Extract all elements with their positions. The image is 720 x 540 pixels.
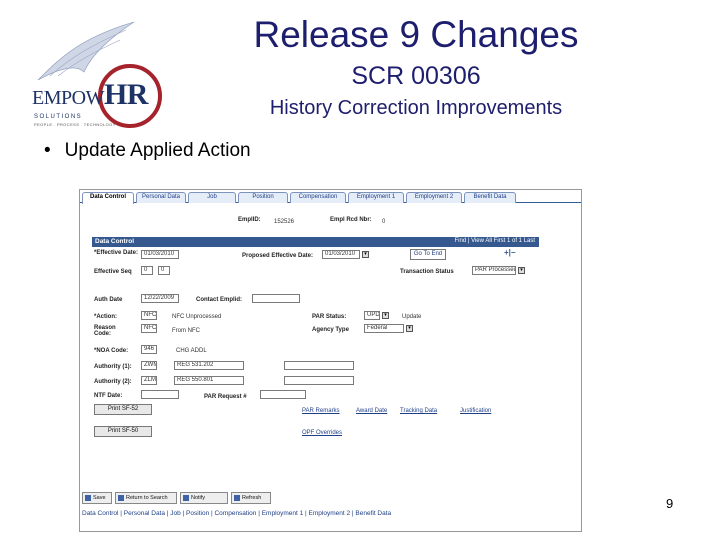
auth-date-input[interactable]: 12/22/2009 [141,294,179,303]
section-nav[interactable]: Find | View All First 1 of 1 Last [455,238,535,244]
return-icon [118,495,124,501]
reason-code-label: Reason Code: [94,325,116,337]
tab-bar: Data Control Personal Data Job Position … [80,190,581,204]
transaction-status-label: Transaction Status [400,269,454,275]
go-to-end-button[interactable]: Go To End [410,249,446,260]
chevron-down-icon[interactable]: ▾ [406,325,413,332]
notify-label: Notify [191,495,206,501]
par-status-label: PAR Status: [312,314,347,320]
ntf-date-label: NTF Date: [94,393,123,399]
slide-heading: History Correction Improvements [269,97,563,119]
save-label: Save [93,495,106,501]
lookup-icon[interactable]: ▾ [382,312,389,319]
effective-date-input[interactable]: 01/03/2010 [141,250,179,259]
tab-employment-1[interactable]: Employment 1 [348,192,404,203]
noa-desc: CHG ADDL [176,348,207,354]
logo-tagline: PEOPLE . PROCESS . TECHNOLOGY [34,122,116,127]
effective-seq-input-2[interactable]: 0 [158,266,170,275]
transaction-status-select[interactable]: PAR Processed [472,266,516,275]
add-delete-row-icons[interactable]: +|− [504,248,516,257]
effective-seq-input[interactable]: 0 [141,266,153,275]
noa-code-label: *NOA Code: [94,348,129,354]
print-sf50-button[interactable]: Print SF-50 [94,426,152,437]
justification-link[interactable]: Justification [460,408,491,414]
bullet-text: Update Applied Action [64,140,251,161]
par-remarks-link[interactable]: PAR Remarks [302,408,340,414]
save-button[interactable]: Save [82,492,112,504]
footer-page-links[interactable]: Data Control | Personal Data | Job | Pos… [82,510,391,517]
agency-type-select[interactable]: Federal [364,324,404,333]
authority-1-input[interactable]: ZWM [141,361,157,370]
reason-desc: From NFC [172,328,200,334]
contact-emplid-label: Contact Emplid: [196,297,242,303]
proposed-eff-date-label: Proposed Effective Date: [242,253,314,259]
calendar-icon[interactable]: ▾ [362,251,369,258]
notify-icon [183,495,189,501]
tab-data-control[interactable]: Data Control [82,192,134,204]
print-sf52-button[interactable]: Print SF-52 [94,404,152,415]
opf-overrides-link[interactable]: OPF Overrides [302,430,342,436]
authority-1-desc[interactable]: REG 531.202 [174,361,244,370]
par-status-desc: Update [402,314,422,320]
slide-title: Release 9 Changes [253,14,579,55]
par-request-input[interactable] [260,390,306,399]
notify-button[interactable]: Notify [180,492,228,504]
tab-compensation[interactable]: Compensation [290,192,346,203]
authority-1-label: Authority (1): [94,364,132,370]
return-label: Return to Search [126,495,168,501]
tab-position[interactable]: Position [238,192,288,203]
par-request-label: PAR Request # [204,394,247,400]
tab-employment-2[interactable]: Employment 2 [406,192,462,203]
reason-code-input[interactable]: NFC [141,324,157,333]
noa-code-input[interactable]: 946 [141,345,157,354]
effective-date-label: *Effective Date: [94,250,139,256]
return-to-search-button[interactable]: Return to Search [115,492,177,504]
bullet-item: • Update Applied Action [44,140,251,162]
effective-seq-label: Effective Seq [94,269,132,275]
refresh-icon [234,495,240,501]
slide-subtitle: SCR 00306 [351,62,481,90]
section-title: Data Control [95,238,134,245]
authority-2-desc[interactable]: REG 550.801 [174,376,244,385]
page-number: 9 [666,496,674,511]
proposed-eff-date-input[interactable]: 01/03/2010 [322,250,360,259]
par-status-input[interactable]: UPD [364,311,380,320]
award-date-link[interactable]: Award Date [356,408,387,414]
tab-personal-data[interactable]: Personal Data [136,192,186,203]
refresh-button[interactable]: Refresh [231,492,271,504]
action-label: *Action: [94,314,117,320]
authority-1-extra[interactable] [284,361,354,370]
auth-date-label: Auth Date [94,297,123,303]
bullet-dot: • [44,140,51,161]
app-screenshot: Data Control Personal Data Job Position … [79,189,582,532]
tab-job[interactable]: Job [188,192,236,203]
ntf-date-input[interactable] [141,390,179,399]
emplid-label: EmplID: [238,217,261,223]
agency-type-label: Agency Type [312,327,349,333]
empl-rcd-label: Empl Rcd Nbr: [330,217,372,223]
action-input[interactable]: NFC [141,311,157,320]
authority-2-input[interactable]: ZLM [141,376,157,385]
contact-emplid-input[interactable] [252,294,300,303]
tracking-data-link[interactable]: Tracking Data [400,408,437,414]
authority-2-label: Authority (2): [94,379,132,385]
data-control-section-bar: Data Control Find | View All First 1 of … [92,237,539,247]
emplid-value: 152526 [274,219,295,225]
action-desc: NFC Unprocessed [172,314,222,320]
authority-2-extra[interactable] [284,376,354,385]
empl-rcd-value: 0 [382,219,386,225]
tab-benefit-data[interactable]: Benefit Data [464,192,516,203]
refresh-label: Refresh [242,495,262,501]
page-toolbar: Save Return to Search Notify Refresh [82,492,579,506]
chevron-down-icon[interactable]: ▾ [518,267,525,274]
save-icon [85,495,91,501]
